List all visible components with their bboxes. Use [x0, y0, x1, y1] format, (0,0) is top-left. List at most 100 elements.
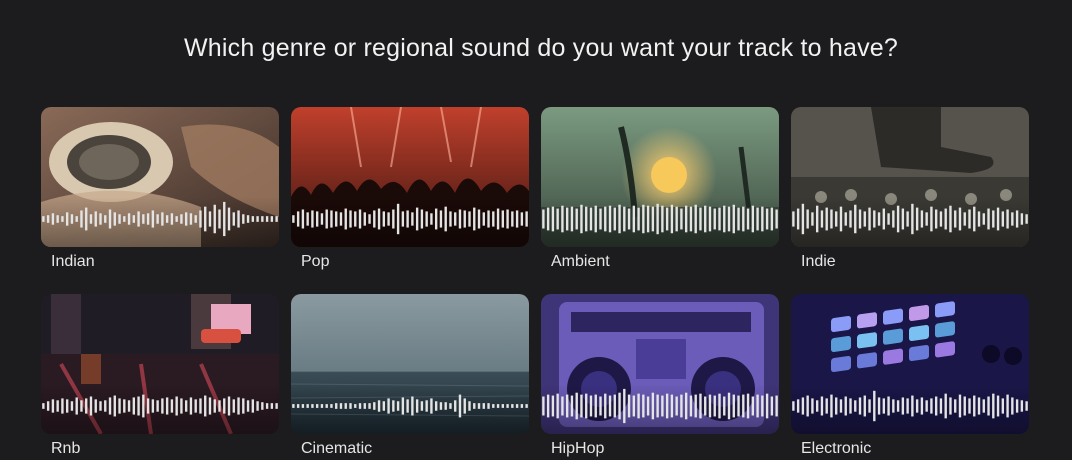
waveform-bar: [46, 215, 50, 223]
waveform-bar: [623, 388, 626, 424]
waveform-bar: [825, 207, 828, 231]
waveform-bar: [156, 400, 159, 412]
waveform-bar: [854, 204, 857, 234]
waveform-bar: [684, 205, 688, 233]
waveform-bar: [594, 205, 597, 233]
waveform-bar: [580, 204, 583, 234]
waveform-bar: [306, 404, 309, 408]
waveform-bar: [930, 398, 933, 414]
waveform-bar: [618, 392, 621, 420]
genre-grid: Indian Pop Ambient Indie Rnb Cinematic H…: [41, 107, 1029, 457]
waveform-bar: [339, 403, 343, 409]
waveform-bar: [349, 210, 352, 228]
genre-card-electronic[interactable]: Electronic: [791, 294, 1029, 457]
waveform-bar: [958, 394, 962, 418]
waveform-hiphop: [542, 388, 778, 424]
waveform-bar: [742, 206, 745, 232]
waveform-bar: [968, 398, 971, 414]
waveform-electronic: [792, 390, 1028, 422]
waveform-bar: [820, 396, 824, 416]
waveform-bar: [75, 397, 78, 415]
waveform-bar: [151, 210, 155, 228]
genre-card-pop[interactable]: Pop: [291, 107, 529, 270]
waveform-bar: [137, 396, 140, 416]
waveform-bar: [242, 398, 245, 414]
waveform-bar: [463, 210, 466, 228]
waveform-bar: [42, 403, 45, 409]
waveform-bar: [1025, 401, 1028, 411]
waveform-bar: [468, 401, 471, 411]
waveform-bar: [80, 210, 83, 228]
waveform-bar: [204, 206, 207, 232]
waveform-bar: [815, 400, 819, 412]
waveform-bar: [806, 209, 809, 229]
waveform-bar: [89, 396, 93, 416]
genre-card-ambient[interactable]: Ambient: [541, 107, 779, 270]
waveform-bar: [599, 208, 602, 230]
waveform-bar: [551, 206, 555, 232]
waveform-bar: [85, 398, 88, 414]
waveform-bar: [382, 211, 386, 227]
waveform-bar: [727, 392, 731, 420]
waveform-bar: [996, 395, 1000, 417]
waveform-bar: [811, 398, 814, 414]
waveform-bar: [694, 394, 697, 418]
waveform-bar: [70, 401, 74, 411]
waveform-bar: [925, 212, 928, 226]
waveform-bar: [901, 397, 905, 415]
waveform-bar: [732, 394, 735, 418]
genre-card-hiphop[interactable]: HipHop: [541, 294, 779, 457]
waveform-bar: [482, 212, 485, 226]
waveform-bar: [877, 397, 881, 415]
waveform-bar: [618, 204, 621, 234]
waveform-bar: [623, 206, 626, 232]
genre-card-cinematic[interactable]: Cinematic: [291, 294, 529, 457]
waveform-bar: [387, 398, 390, 414]
genre-thumbnail-cinematic: [291, 294, 529, 434]
waveform-bar: [320, 213, 324, 225]
waveform-bar: [632, 395, 636, 417]
waveform-bar: [665, 207, 669, 231]
waveform-bar: [844, 396, 847, 416]
waveform-bar: [46, 401, 50, 411]
waveform-bar: [142, 214, 145, 224]
waveform-bar: [892, 210, 895, 228]
waveform-bar: [742, 394, 745, 418]
waveform-bar: [265, 216, 269, 222]
waveform-bar: [477, 209, 481, 229]
waveform-bar: [270, 216, 274, 222]
waveform-bar: [146, 398, 150, 414]
waveform-bar: [551, 395, 555, 417]
waveform-bar: [51, 399, 55, 413]
waveform-bar: [315, 211, 319, 227]
genre-thumbnail-rnb: [41, 294, 279, 434]
waveform-bar: [118, 214, 121, 224]
waveform-bar: [704, 396, 707, 416]
waveform-bar: [915, 399, 919, 413]
waveform-bar: [520, 404, 524, 408]
waveform-bar: [627, 394, 631, 418]
waveform-bar: [354, 404, 357, 408]
genre-card-rnb[interactable]: Rnb: [41, 294, 279, 457]
waveform-bar: [1015, 210, 1019, 228]
waveform-bar: [651, 206, 655, 232]
waveform-bar: [411, 396, 414, 416]
waveform-bar: [858, 397, 862, 415]
waveform-bar: [770, 396, 774, 416]
waveform-bar: [934, 396, 938, 416]
waveform-bar: [458, 394, 462, 418]
genre-card-indian[interactable]: Indian: [41, 107, 279, 270]
waveform-bar: [161, 212, 164, 226]
waveform-bar: [670, 204, 674, 234]
waveform-bar: [589, 395, 593, 417]
genre-card-indie[interactable]: Indie: [791, 107, 1029, 270]
waveform-bar: [208, 211, 212, 227]
waveform-bar: [492, 211, 495, 227]
waveform-bar: [613, 207, 616, 231]
waveform-bar: [506, 404, 509, 408]
waveform-bar: [756, 207, 759, 231]
waveform-bar: [901, 208, 905, 230]
waveform-bar: [368, 403, 371, 409]
waveform-bar: [368, 214, 371, 224]
waveform-bar: [515, 404, 519, 408]
